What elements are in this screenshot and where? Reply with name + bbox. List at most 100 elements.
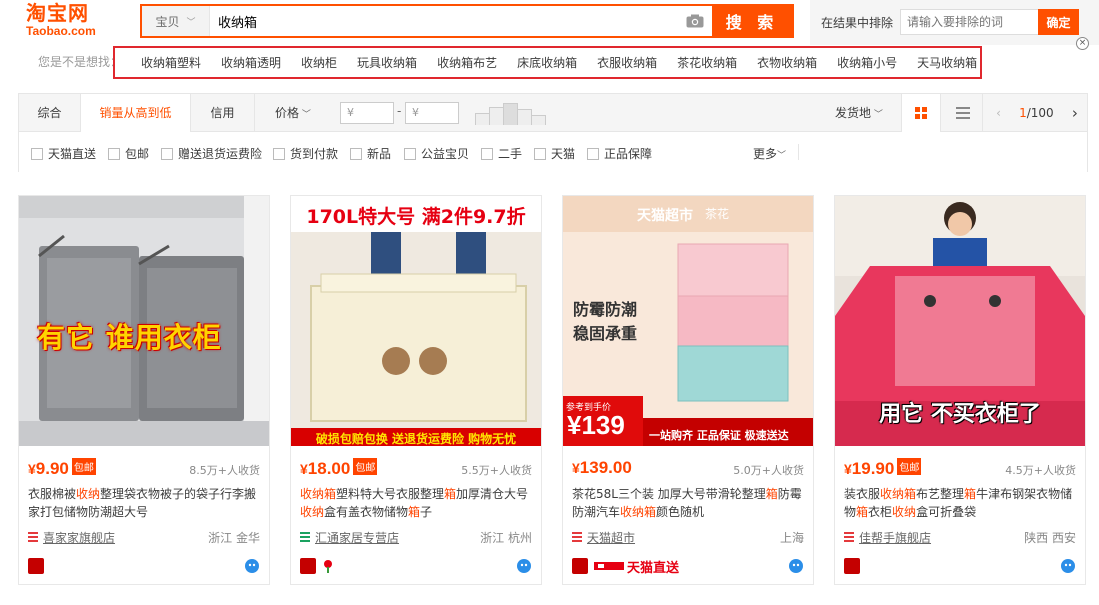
price-row: ¥19.90 包邮 4.5万+人收货 [844,458,1076,478]
exclude-input[interactable] [900,9,1045,35]
sold-count: 8.5万+人收货 [189,464,260,477]
sort-tab-sales[interactable]: 销量从高到低 [81,94,191,133]
grid-view-button[interactable] [901,94,941,132]
wangwang-chat-icon[interactable] [244,558,260,574]
search-button[interactable]: 搜 索 [712,6,792,36]
wangwang-chat-icon[interactable] [788,558,804,574]
product-card[interactable]: 天猫超市 茶花 防霉防潮 稳固承重 参考到手价 ¥139 一站购齐 正品保证 极… [562,195,814,585]
price-from-input[interactable]: ¥ [340,102,394,124]
sort-tab-credit[interactable]: 信用 [191,94,255,132]
image-line-1: 防霉防潮 [573,300,638,319]
suggest-item[interactable]: 收纳箱小号 [837,54,897,71]
next-page-icon[interactable]: › [1072,104,1078,122]
suggest-item[interactable]: 床底收纳箱 [517,54,577,71]
checkbox[interactable] [587,147,599,160]
checkbox[interactable] [273,147,285,160]
image-banner-bottom: 破损包赔包换 送退货运费险 购物无忧 [315,432,517,446]
image-slogan: 一站购齐 正品保证 极速送达 [649,429,789,442]
suggest-item[interactable]: 茶花收纳箱 [677,54,737,71]
suggest-item[interactable]: 收纳箱塑料 [141,54,201,71]
filter-tmall-direct[interactable]: 天猫直送 [31,145,96,162]
product-card[interactable]: 有它 谁用衣柜 ¥9.90 包邮 8.5万+人收货 衣服棉被收纳整理袋衣物被子的袋… [18,195,270,585]
badge-row: 天猫直送 [572,558,804,576]
product-title[interactable]: 茶花58L三个装 加厚大号带滑轮整理箱防霉防潮汽车收纳箱颜色随机 [572,485,806,521]
chevron-down-icon: ﹀ [871,110,883,120]
product-title[interactable]: 衣服棉被收纳整理袋衣物被子的袋子行李搬家打包储物防潮超大号 [28,485,262,521]
list-view-button[interactable] [943,94,983,132]
product-image[interactable]: 用它 不买衣柜了 [835,196,1085,446]
filter-label: 天猫直送 [48,147,97,161]
filter-new[interactable]: 新品 [350,145,391,162]
shop-name[interactable]: 汇通家居专营店 [315,529,399,546]
filter-label: 二手 [498,147,523,161]
checkbox[interactable] [481,147,493,160]
filter-cod[interactable]: 货到付款 [273,145,338,162]
filter-charity[interactable]: 公益宝贝 [404,145,469,162]
suggest-item[interactable]: 收纳箱布艺 [437,54,497,71]
checkbox[interactable] [534,147,546,160]
tmall-badge-icon [28,558,44,574]
suggest-list: 收纳箱塑料 收纳箱透明 收纳柜 玩具收纳箱 收纳箱布艺 床底收纳箱 衣服收纳箱 … [113,46,982,79]
filter-return-insurance[interactable]: 赠送退货运费险 [161,145,262,162]
product-price: ¥19.90 包邮 [844,458,922,478]
taobao-logo[interactable]: 淘宝网 Taobao.com [26,2,118,40]
search-input[interactable] [210,6,678,36]
product-image[interactable]: 170L特大号 满2件9.7折 破损包赔包换 送退货运费险 购物无忧 [291,196,541,446]
close-icon[interactable]: × [1076,37,1089,50]
free-shipping-tag: 包邮 [353,458,378,475]
filter-label: 赠送退货运费险 [178,147,263,161]
checkbox[interactable] [108,147,120,160]
tmall-market-label: 天猫超市 [637,208,693,224]
checkbox[interactable] [404,147,416,160]
checkbox[interactable] [161,147,173,160]
more-filters-button[interactable]: 更多﹀ [753,145,786,162]
product-title[interactable]: 收纳箱塑料特大号衣服整理箱加厚清仓大号收纳盒有盖衣物储物箱子 [300,485,534,521]
product-card[interactable]: 用它 不买衣柜了 ¥19.90 包邮 4.5万+人收货 装衣服收纳箱布艺整理箱牛津… [834,195,1086,585]
prev-page-icon[interactable]: ‹ [996,106,1001,120]
product-price: ¥9.90 包邮 [28,458,96,478]
filter-free-shipping[interactable]: 包邮 [108,145,149,162]
product-image[interactable]: 天猫超市 茶花 防霉防潮 稳固承重 参考到手价 ¥139 一站购齐 正品保证 极… [563,196,813,446]
shop-location: 浙江 金华 [208,531,260,545]
image-line-2: 稳固承重 [573,324,638,343]
suggest-item[interactable]: 衣物收纳箱 [757,54,817,71]
suggest-item[interactable]: 玩具收纳箱 [357,54,417,71]
product-title[interactable]: 装衣服收纳箱布艺整理箱牛津布钢架衣物储物箱衣柜收纳盒可折叠袋 [844,485,1078,521]
shop-name[interactable]: 佳帮手旗舰店 [859,529,931,546]
sort-tab-default[interactable]: 综合 [19,94,81,132]
shop-location: 陕西 西安 [1024,531,1076,545]
shop-name[interactable]: 喜家家旗舰店 [43,529,115,546]
suggest-item[interactable]: 天马收纳箱 [917,54,977,71]
suggest-item[interactable]: 衣服收纳箱 [597,54,657,71]
search-type-select[interactable]: 宝贝 ﹀ [142,6,210,36]
shop-name[interactable]: 天猫超市 [587,529,635,546]
filter-secondhand[interactable]: 二手 [481,145,522,162]
shop-icon [28,532,38,542]
product-image[interactable]: 有它 谁用衣柜 [19,196,269,446]
price-histogram[interactable] [475,103,546,125]
filter-label: 正品保障 [604,147,653,161]
sort-tab-price[interactable]: 价格 ﹀ [255,94,331,132]
filter-tmall[interactable]: 天猫 [534,145,575,162]
page-indicator: 1/100 [1019,106,1054,120]
image-caption: 用它 不买衣柜了 [879,402,1041,427]
checkbox[interactable] [31,147,43,160]
price-to-input[interactable]: ¥ [405,102,459,124]
wangwang-chat-icon[interactable] [516,558,532,574]
suggest-item[interactable]: 收纳柜 [301,54,337,71]
camera-icon[interactable] [678,6,712,36]
sort-tab-price-label: 价格 [275,106,300,120]
checkbox[interactable] [350,147,362,160]
pager: ‹ 1/100 › [987,94,1087,132]
filter-label: 包邮 [125,147,150,161]
free-shipping-tag: 包邮 [897,458,922,475]
ship-from-label: 发货地 [835,106,872,120]
ship-from-filter[interactable]: 发货地 ﹀ [835,94,883,132]
suggest-item[interactable]: 收纳箱透明 [221,54,281,71]
list-icon [955,107,970,119]
wangwang-chat-icon[interactable] [1060,558,1076,574]
exclude-confirm-button[interactable]: 确定 [1038,9,1079,35]
filter-genuine[interactable]: 正品保障 [587,145,652,162]
free-shipping-tag: 包邮 [71,458,96,475]
product-card[interactable]: 170L特大号 满2件9.7折 破损包赔包换 送退货运费险 购物无忧 ¥18.0… [290,195,542,585]
